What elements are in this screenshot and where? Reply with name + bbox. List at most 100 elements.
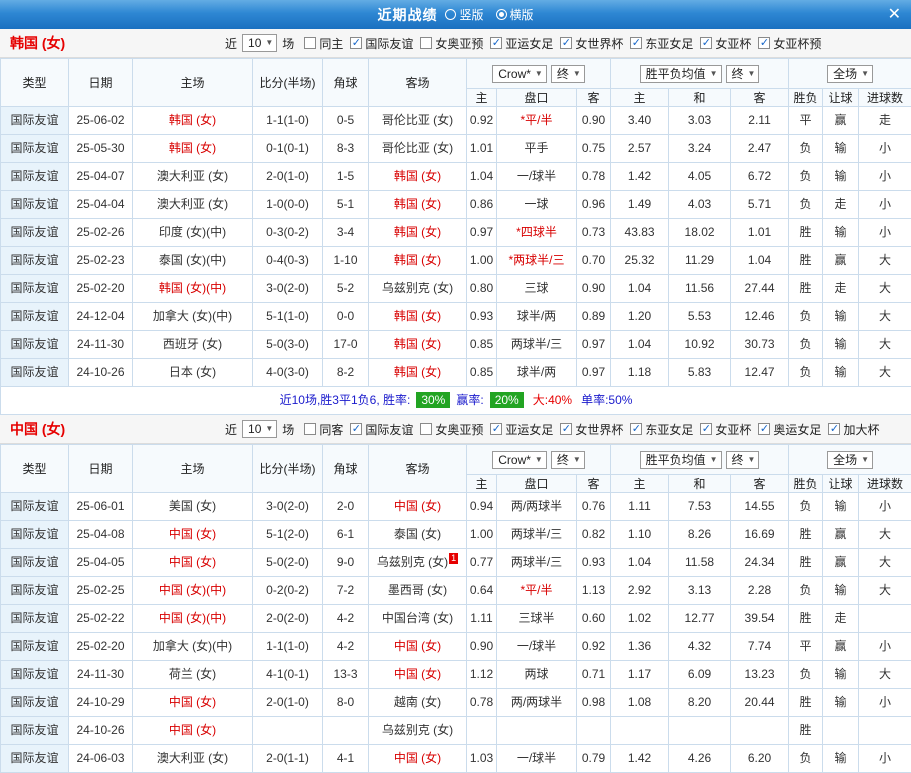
full-match-select[interactable]: 全场▼ [827, 451, 873, 469]
handicap-cell: 两球 [497, 661, 577, 689]
score-cell: 5-1(2-0) [253, 521, 323, 549]
europe-draw-odds-cell: 11.29 [669, 247, 731, 275]
sub-column-header: 让球 [823, 89, 859, 107]
header-row-groups: 类型日期主场比分(半场)角球客场Crow*▼终▼胜平负均值▼终▼全场▼ [1, 445, 911, 475]
home-team-cell: 荷兰 (女) [133, 661, 253, 689]
panel-titlebar: 近期战绩 竖版 横版 ✕ [0, 0, 911, 29]
match-row: 国际友谊25-06-02韩国 (女)1-1(1-0)0-5哥伦比亚 (女)0.9… [1, 107, 911, 135]
wdl-result-cell: 胜 [789, 247, 823, 275]
wdl-result-cell: 胜 [789, 605, 823, 633]
match-date-cell: 25-02-22 [69, 605, 133, 633]
handicap-cell: 两球半/三 [497, 521, 577, 549]
filter-checkbox[interactable]: ✓奥运女足 [758, 421, 821, 438]
goals-result-cell: 大 [859, 303, 911, 331]
asia-home-odds-cell: 0.78 [467, 689, 497, 717]
asia-home-odds-cell: 0.85 [467, 359, 497, 387]
corner-cell: 1-5 [323, 163, 369, 191]
wdl-result-cell: 负 [789, 745, 823, 773]
asia-away-odds-cell: 0.90 [577, 107, 611, 135]
score-cell: 0-3(0-2) [253, 219, 323, 247]
filter-checkbox-label: 国际友谊 [365, 35, 413, 52]
asia-home-odds-cell: 0.93 [467, 303, 497, 331]
europe-win-odds-cell: 3.40 [611, 107, 669, 135]
chevron-down-icon: ▼ [573, 453, 581, 467]
filter-checkbox[interactable]: ✓东亚女足 [630, 421, 693, 438]
horizontal-layout-radio[interactable]: 横版 [496, 6, 534, 23]
checkbox-icon: ✓ [630, 37, 642, 49]
score-cell: 2-0(2-0) [253, 605, 323, 633]
filter-checkbox[interactable]: 女奥亚预 [420, 421, 483, 438]
asia-home-odds-cell: 0.64 [467, 577, 497, 605]
vertical-layout-radio[interactable]: 竖版 [445, 6, 483, 23]
wdl-mean-select-value: 胜平负均值 [646, 453, 706, 467]
sub-column-header: 主 [467, 475, 497, 493]
filter-checkbox-label: 东亚女足 [645, 421, 693, 438]
filter-checkbox[interactable]: ✓亚运女足 [490, 35, 553, 52]
away-team-cell: 韩国 (女) [369, 191, 467, 219]
corner-cell: 8-0 [323, 689, 369, 717]
column-header: 比分(半场) [253, 445, 323, 493]
europe-draw-odds-cell: 3.03 [669, 107, 731, 135]
chevron-down-icon: ▼ [535, 453, 543, 467]
asia-away-odds-cell: 0.70 [577, 247, 611, 275]
near-label: 近 [225, 35, 237, 52]
asia-final-select[interactable]: 终▼ [551, 451, 585, 469]
handicap-result-cell: 赢 [823, 549, 859, 577]
filter-checkbox[interactable]: ✓女亚杯预 [758, 35, 821, 52]
filter-checkbox[interactable]: 同主 [304, 35, 343, 52]
match-filter-bar: 近10▼场同客✓国际友谊女奥亚预✓亚运女足✓女世界杯✓东亚女足✓女亚杯✓奥运女足… [222, 420, 879, 438]
filter-checkbox[interactable]: ✓女世界杯 [560, 35, 623, 52]
score-cell [253, 717, 323, 745]
table-header: 类型日期主场比分(半场)角球客场Crow*▼终▼胜平负均值▼终▼全场▼主盘口客主… [1, 445, 911, 493]
filter-checkbox[interactable]: ✓女亚杯 [700, 35, 751, 52]
home-team-cell: 韩国 (女) [133, 107, 253, 135]
filter-checkbox[interactable]: ✓女世界杯 [560, 421, 623, 438]
filter-checkbox[interactable]: ✓国际友谊 [350, 421, 413, 438]
filter-checkbox[interactable]: ✓国际友谊 [350, 35, 413, 52]
europe-win-odds-cell: 1.02 [611, 605, 669, 633]
sub-column-header: 和 [669, 475, 731, 493]
asia-final-select[interactable]: 终▼ [551, 65, 585, 83]
odds-company-select[interactable]: Crow*▼ [492, 65, 547, 83]
close-icon[interactable]: ✕ [888, 7, 901, 23]
checkbox-icon: ✓ [350, 37, 362, 49]
handicap-result-cell: 走 [823, 605, 859, 633]
goals-result-cell: 小 [859, 493, 911, 521]
wdl-mean-select[interactable]: 胜平负均值▼ [640, 65, 722, 83]
wdl-mean-select[interactable]: 胜平负均值▼ [640, 451, 722, 469]
wdl-result-cell: 负 [789, 191, 823, 219]
odds-company-select[interactable]: Crow*▼ [492, 451, 547, 469]
europe-final-select[interactable]: 终▼ [726, 451, 760, 469]
filter-checkbox[interactable]: ✓东亚女足 [630, 35, 693, 52]
sub-column-header: 盘口 [497, 89, 577, 107]
filter-checkbox[interactable]: ✓女亚杯 [700, 421, 751, 438]
checkbox-icon: ✓ [700, 37, 712, 49]
filter-checkbox[interactable]: ✓亚运女足 [490, 421, 553, 438]
corner-cell: 8-2 [323, 359, 369, 387]
corner-cell: 0-5 [323, 107, 369, 135]
europe-win-odds-cell: 1.42 [611, 745, 669, 773]
filter-checkbox[interactable]: 女奥亚预 [420, 35, 483, 52]
filter-checkbox[interactable]: ✓加大杯 [828, 421, 879, 438]
home-team-cell: 中国 (女) [133, 689, 253, 717]
europe-final-select[interactable]: 终▼ [726, 65, 760, 83]
wdl-result-cell: 胜 [789, 549, 823, 577]
vertical-layout-label: 竖版 [459, 6, 483, 23]
filter-checkbox[interactable]: 同客 [304, 421, 343, 438]
europe-lose-odds-cell: 12.46 [731, 303, 789, 331]
chevron-down-icon: ▼ [861, 453, 869, 467]
games-count-select[interactable]: 10▼ [242, 420, 277, 438]
match-row: 国际友谊24-10-26日本 (女)4-0(3-0)8-2韩国 (女)0.85球… [1, 359, 911, 387]
handicap-cell: 平手 [497, 135, 577, 163]
asia-away-odds-cell: 0.82 [577, 521, 611, 549]
checkbox-icon: ✓ [758, 423, 770, 435]
section-header: 中国 (女)近10▼场同客✓国际友谊女奥亚预✓亚运女足✓女世界杯✓东亚女足✓女亚… [0, 415, 911, 444]
score-cell: 0-1(0-1) [253, 135, 323, 163]
full-match-select[interactable]: 全场▼ [827, 65, 873, 83]
handicap-cell: 两/两球半 [497, 689, 577, 717]
games-count-select[interactable]: 10▼ [242, 34, 277, 52]
match-filter-bar: 近10▼场同主✓国际友谊女奥亚预✓亚运女足✓女世界杯✓东亚女足✓女亚杯✓女亚杯预 [222, 34, 821, 52]
match-type-cell: 国际友谊 [1, 633, 69, 661]
europe-lose-odds-cell: 12.47 [731, 359, 789, 387]
corner-cell: 3-4 [323, 219, 369, 247]
